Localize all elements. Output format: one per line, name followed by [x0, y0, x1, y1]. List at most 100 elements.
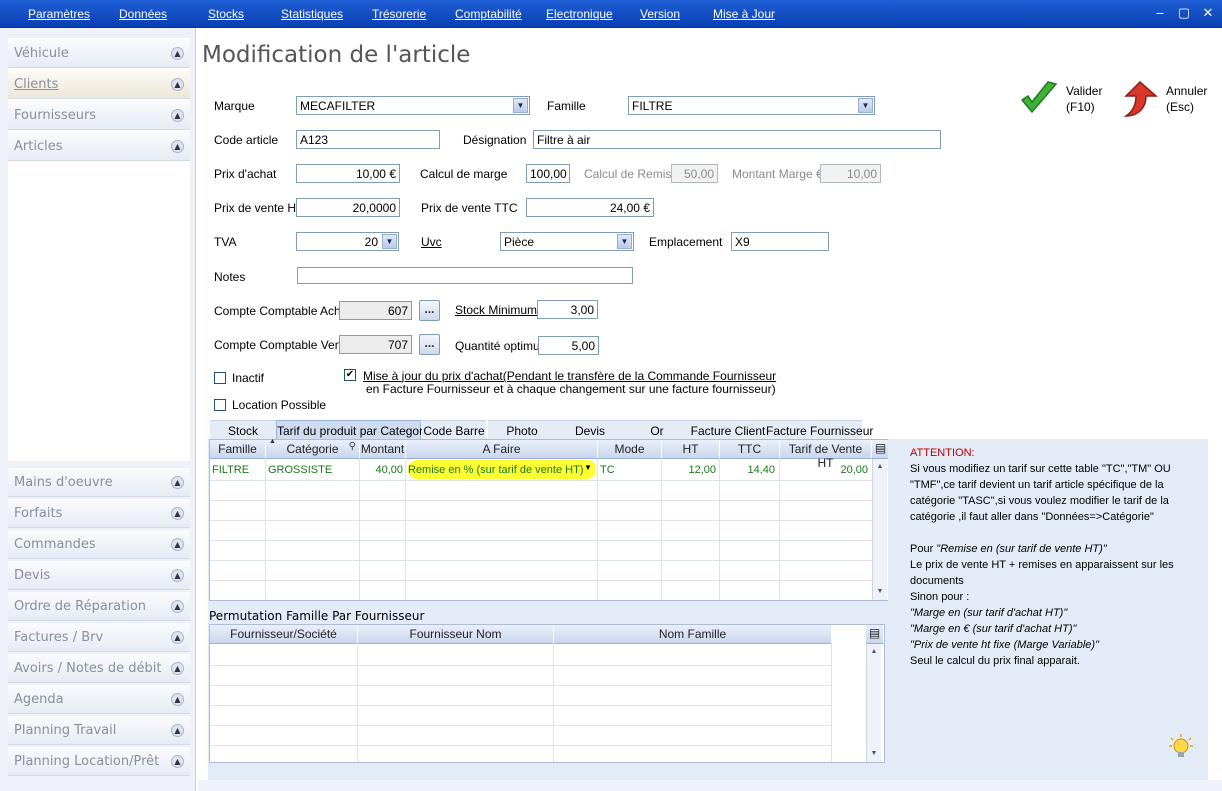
- uvc-select[interactable]: Pièce ▼: [500, 232, 634, 251]
- sidebar-item-planning-location[interactable]: Planning Location/Prêt ▲: [8, 747, 190, 776]
- tarif-grid-scrollbar[interactable]: ▲ ▼: [872, 459, 887, 600]
- col-montant[interactable]: Montant: [360, 440, 406, 459]
- chevron-up-icon[interactable]: ▲: [171, 476, 184, 489]
- chevron-up-icon[interactable]: ▲: [171, 538, 184, 551]
- minimize-icon[interactable]: –: [1152, 5, 1168, 21]
- col-fournisseur-nom[interactable]: Fournisseur Nom: [358, 625, 554, 644]
- designation-input[interactable]: Filtre à air: [533, 130, 941, 149]
- pv-ht-input[interactable]: 20,0000: [296, 198, 400, 217]
- chevron-down-icon[interactable]: ▼: [617, 234, 632, 249]
- menu-statistiques[interactable]: Statistiques: [281, 7, 343, 21]
- tva-select[interactable]: 20 ▼: [296, 232, 399, 251]
- tab-facture-fournisseur[interactable]: Facture Fournisseur: [766, 420, 873, 440]
- col-a-faire[interactable]: A Faire: [406, 440, 598, 459]
- tab-photo[interactable]: Photo: [488, 420, 556, 440]
- cell-ttc[interactable]: 14,40: [720, 464, 775, 476]
- tab-stock[interactable]: Stock: [210, 420, 276, 440]
- tab-devis[interactable]: Devis: [556, 420, 624, 440]
- cc-vente-input[interactable]: 707: [339, 335, 412, 354]
- grid-settings-icon[interactable]: ▤: [866, 625, 884, 644]
- validate-button-label[interactable]: Valider: [1066, 84, 1102, 98]
- cell-ht[interactable]: 12,00: [662, 464, 716, 476]
- cell-famille[interactable]: FILTRE: [212, 464, 249, 476]
- code-article-input[interactable]: A123: [296, 130, 440, 149]
- scroll-down-icon[interactable]: ▼: [874, 586, 886, 598]
- chevron-up-icon[interactable]: ▲: [171, 569, 184, 582]
- chevron-up-icon[interactable]: ▲: [171, 47, 184, 60]
- chevron-down-icon[interactable]: ▼: [513, 98, 528, 113]
- cancel-button-label[interactable]: Annuler: [1166, 84, 1207, 98]
- menu-donnees[interactable]: Données: [119, 7, 167, 21]
- tab-or[interactable]: Or: [624, 420, 690, 440]
- calcul-remise-input[interactable]: 50,00: [671, 164, 718, 183]
- maj-prix-checkbox[interactable]: ✔: [344, 369, 356, 381]
- menu-mise-a-jour[interactable]: Mise à Jour: [713, 7, 775, 21]
- location-checkbox[interactable]: [214, 399, 226, 411]
- menu-stocks[interactable]: Stocks: [208, 7, 244, 21]
- cc-achat-browse-button[interactable]: ...: [419, 300, 440, 321]
- menu-comptabilite[interactable]: Comptabilité: [455, 7, 522, 21]
- cell-categorie[interactable]: GROSSISTE: [268, 464, 332, 476]
- chevron-up-icon[interactable]: ▲: [171, 109, 184, 122]
- col-ttc[interactable]: TTC: [720, 440, 780, 459]
- close-icon[interactable]: ✕: [1200, 5, 1216, 21]
- scroll-down-icon[interactable]: ▼: [868, 748, 880, 760]
- chevron-down-icon[interactable]: ▼: [584, 463, 592, 472]
- chevron-up-icon[interactable]: ▲: [171, 140, 184, 153]
- col-ht[interactable]: HT: [662, 440, 720, 459]
- montant-marge-input[interactable]: 10,00: [820, 164, 881, 183]
- qte-opt-input[interactable]: 5,00: [538, 336, 599, 355]
- search-icon[interactable]: ⚲: [349, 441, 356, 452]
- chevron-down-icon[interactable]: ▼: [382, 234, 397, 249]
- chevron-up-icon[interactable]: ▲: [171, 693, 184, 706]
- scroll-up-icon[interactable]: ▲: [874, 461, 886, 473]
- sidebar-item-forfaits[interactable]: Forfaits ▲: [8, 499, 190, 528]
- chevron-up-icon[interactable]: ▲: [171, 78, 184, 91]
- sidebar-item-clients[interactable]: Clients ▲: [8, 70, 190, 99]
- menu-tresorerie[interactable]: Trésorerie: [372, 7, 426, 21]
- chevron-up-icon[interactable]: ▲: [171, 755, 184, 768]
- chevron-up-icon[interactable]: ▲: [171, 631, 184, 644]
- pv-ttc-input[interactable]: 24,00 €: [526, 198, 654, 217]
- sidebar-item-vehicule[interactable]: Véhicule ▲: [8, 39, 190, 68]
- chevron-down-icon[interactable]: ▼: [858, 98, 873, 113]
- menu-electronique[interactable]: Electronique: [546, 7, 613, 21]
- validate-check-icon[interactable]: [1018, 78, 1060, 120]
- cell-montant[interactable]: 40,00: [360, 464, 403, 476]
- chevron-up-icon[interactable]: ▲: [171, 507, 184, 520]
- sidebar-item-avoirs[interactable]: Avoirs / Notes de débit ▲: [8, 654, 190, 683]
- permutation-scrollbar[interactable]: ▲ ▼: [866, 644, 881, 762]
- menu-parametres[interactable]: Paramètres: [28, 7, 90, 21]
- col-categorie[interactable]: ▲ Catégorie ⚲: [266, 438, 360, 459]
- marque-select[interactable]: MECAFILTER ▼: [296, 96, 530, 115]
- emplacement-input[interactable]: X9: [731, 232, 829, 251]
- sidebar-item-mains-oeuvre[interactable]: Mains d'oeuvre ▲: [8, 468, 190, 497]
- cell-tarif-vente-ht[interactable]: 20,00: [780, 464, 868, 476]
- col-fournisseur-societe[interactable]: Fournisseur/Société: [210, 625, 358, 644]
- notes-input[interactable]: [297, 267, 633, 284]
- sidebar-item-devis[interactable]: Devis ▲: [8, 561, 190, 590]
- maximize-icon[interactable]: ▢: [1176, 5, 1192, 21]
- sidebar-item-factures[interactable]: Factures / Brv ▲: [8, 623, 190, 652]
- sidebar-item-planning-travail[interactable]: Planning Travail ▲: [8, 716, 190, 745]
- cc-vente-browse-button[interactable]: ...: [419, 334, 440, 355]
- sidebar-item-agenda[interactable]: Agenda ▲: [8, 685, 190, 714]
- sidebar-item-ordre-reparation[interactable]: Ordre de Réparation ▲: [8, 592, 190, 621]
- calcul-marge-input[interactable]: 100,00: [526, 164, 570, 183]
- chevron-up-icon[interactable]: ▲: [171, 662, 184, 675]
- menu-version[interactable]: Version: [640, 7, 680, 21]
- chevron-up-icon[interactable]: ▲: [171, 600, 184, 613]
- sidebar-item-articles[interactable]: Articles ▲: [8, 132, 190, 161]
- prix-achat-input[interactable]: 10,00 €: [296, 164, 400, 183]
- cancel-arrow-icon[interactable]: [1118, 78, 1160, 120]
- col-nom-famille[interactable]: Nom Famille: [554, 625, 832, 644]
- lightbulb-icon[interactable]: [1168, 733, 1194, 761]
- cc-achat-input[interactable]: 607: [339, 301, 412, 320]
- col-famille[interactable]: Famille: [210, 440, 266, 459]
- inactif-checkbox[interactable]: [214, 372, 226, 384]
- chevron-up-icon[interactable]: ▲: [171, 724, 184, 737]
- col-tarif-vente-ht[interactable]: Tarif de Vente HT: [780, 440, 872, 470]
- stock-min-input[interactable]: 3,00: [537, 300, 598, 319]
- sidebar-item-fournisseurs[interactable]: Fournisseurs ▲: [8, 101, 190, 130]
- col-mode[interactable]: Mode: [598, 440, 662, 459]
